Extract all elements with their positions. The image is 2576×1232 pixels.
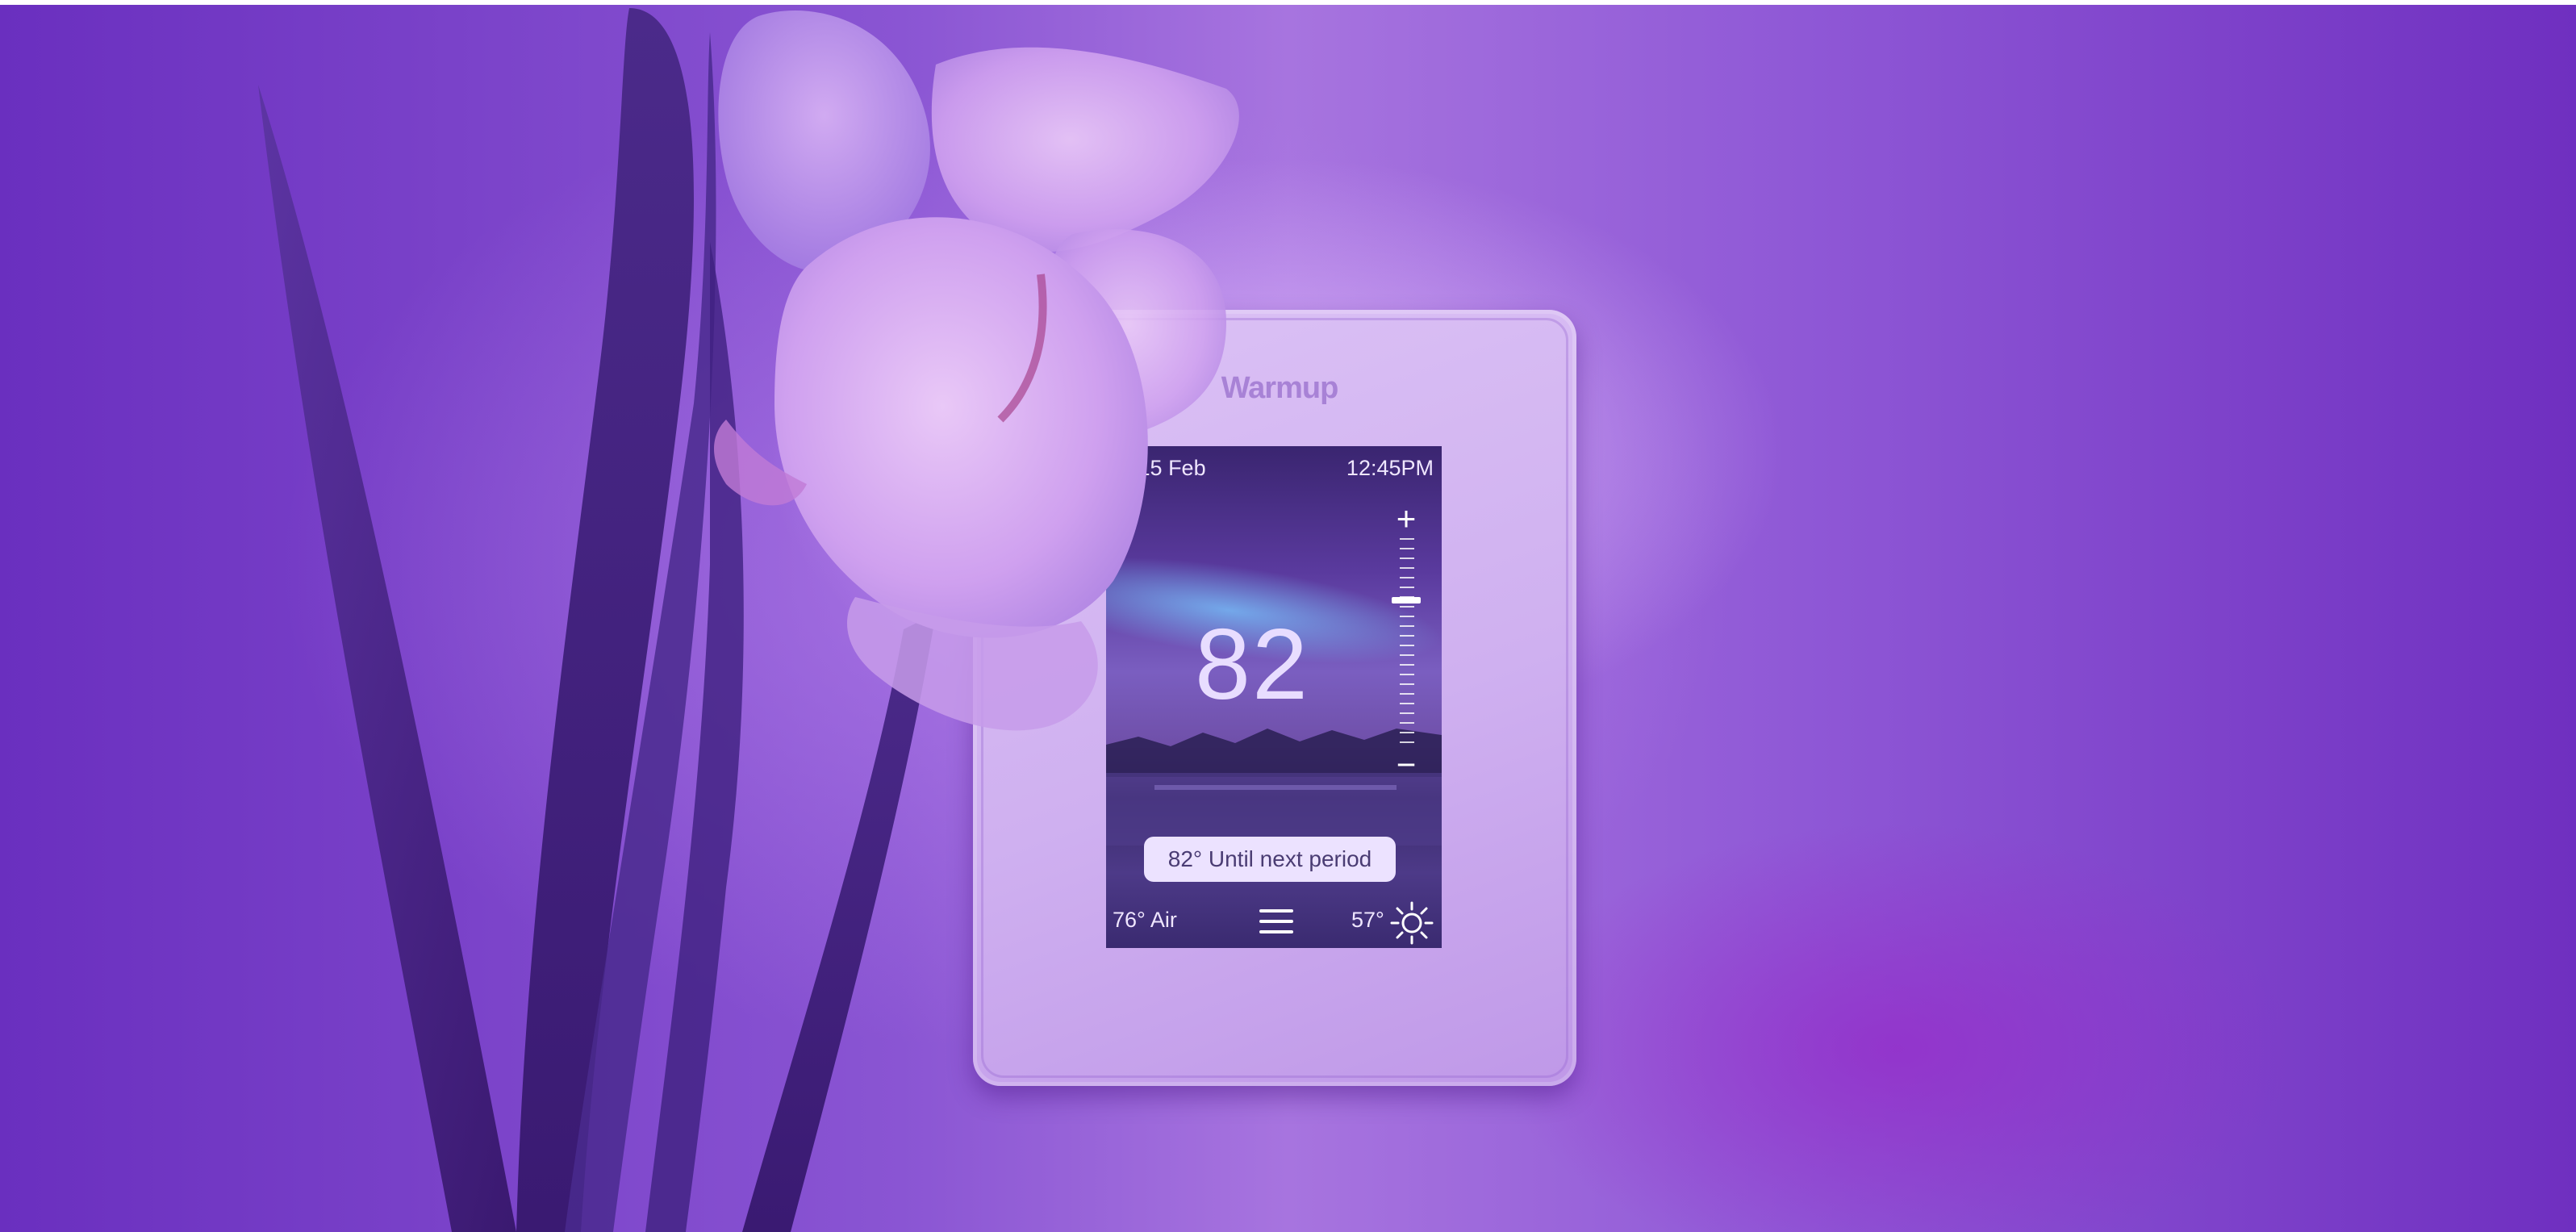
iris-flower-illustration — [714, 10, 1239, 731]
hero-scene: Warmup ed 15 Feb 12:45PM 82 + − 82° Unti… — [0, 0, 2576, 1232]
